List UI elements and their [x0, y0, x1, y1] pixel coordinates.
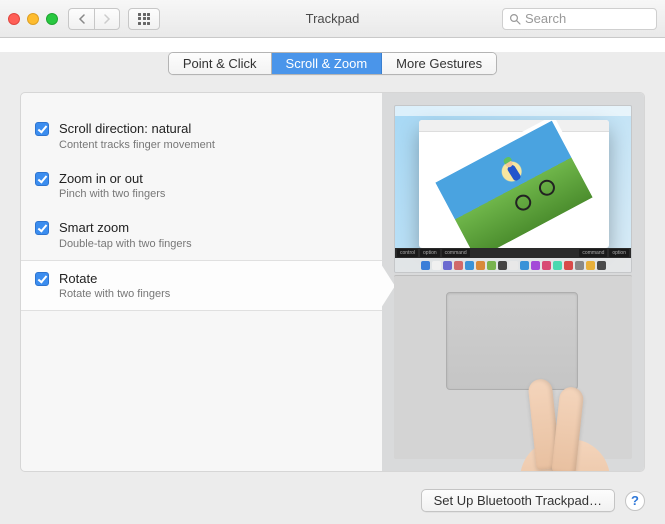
- settings-panel: Scroll direction: natural Content tracks…: [20, 92, 645, 472]
- close-icon[interactable]: [8, 13, 20, 25]
- footer: Set Up Bluetooth Trackpad… ?: [0, 489, 665, 512]
- option-text: Rotate Rotate with two fingers: [59, 271, 170, 301]
- option-title: Smart zoom: [59, 220, 192, 236]
- gesture-preview: control option command command option: [382, 93, 644, 471]
- checkbox-rotate[interactable]: [35, 272, 49, 286]
- cyclist-graphic: [498, 150, 555, 211]
- option-zoom[interactable]: Zoom in or out Pinch with two fingers: [21, 161, 382, 211]
- option-subtitle: Double-tap with two fingers: [59, 238, 192, 250]
- help-button[interactable]: ?: [625, 491, 645, 511]
- tab-more-gestures[interactable]: More Gestures: [382, 53, 496, 74]
- zoom-icon[interactable]: [46, 13, 58, 25]
- option-text: Zoom in or out Pinch with two fingers: [59, 171, 165, 201]
- tab-bar: Point & Click Scroll & Zoom More Gesture…: [168, 52, 497, 75]
- tab-scroll-zoom[interactable]: Scroll & Zoom: [272, 53, 383, 74]
- content-area: Point & Click Scroll & Zoom More Gesture…: [0, 52, 665, 524]
- option-subtitle: Content tracks finger movement: [59, 139, 215, 151]
- option-rotate[interactable]: Rotate Rotate with two fingers: [21, 260, 382, 312]
- search-placeholder: Search: [525, 11, 566, 26]
- setup-bluetooth-button[interactable]: Set Up Bluetooth Trackpad…: [421, 489, 615, 512]
- search-icon: [509, 13, 521, 25]
- grid-icon: [138, 13, 150, 25]
- options-list: Scroll direction: natural Content tracks…: [21, 93, 382, 471]
- option-title: Zoom in or out: [59, 171, 165, 187]
- option-title: Rotate: [59, 271, 170, 287]
- preview-dock: [395, 258, 631, 272]
- checkbox-zoom[interactable]: [35, 172, 49, 186]
- back-button[interactable]: [68, 8, 94, 30]
- option-subtitle: Rotate with two fingers: [59, 288, 170, 300]
- show-all-button[interactable]: [128, 8, 160, 30]
- option-title: Scroll direction: natural: [59, 121, 215, 137]
- option-scroll-direction[interactable]: Scroll direction: natural Content tracks…: [21, 111, 382, 161]
- preview-photo: [430, 120, 598, 248]
- search-input[interactable]: Search: [502, 8, 657, 30]
- forward-button[interactable]: [94, 8, 120, 30]
- window-controls: [8, 13, 58, 25]
- option-subtitle: Pinch with two fingers: [59, 188, 165, 200]
- preview-window-title: [419, 120, 609, 132]
- option-smart-zoom[interactable]: Smart zoom Double-tap with two fingers: [21, 210, 382, 260]
- preview-menubar: [395, 106, 631, 116]
- window-title: Trackpad: [306, 11, 360, 26]
- preview-hand: [502, 359, 612, 469]
- nav-back-forward: [68, 8, 120, 30]
- preview-screen: control option command command option: [394, 105, 632, 273]
- preview-trackpad-area: [394, 275, 632, 459]
- minimize-icon[interactable]: [27, 13, 39, 25]
- tab-point-click[interactable]: Point & Click: [169, 53, 272, 74]
- preview-window: [419, 120, 609, 248]
- option-text: Smart zoom Double-tap with two fingers: [59, 220, 192, 250]
- checkbox-smart-zoom[interactable]: [35, 221, 49, 235]
- option-text: Scroll direction: natural Content tracks…: [59, 121, 215, 151]
- checkbox-scroll-direction[interactable]: [35, 122, 49, 136]
- titlebar: Trackpad Search: [0, 0, 665, 38]
- modifier-key-bar: control option command command option: [395, 248, 631, 258]
